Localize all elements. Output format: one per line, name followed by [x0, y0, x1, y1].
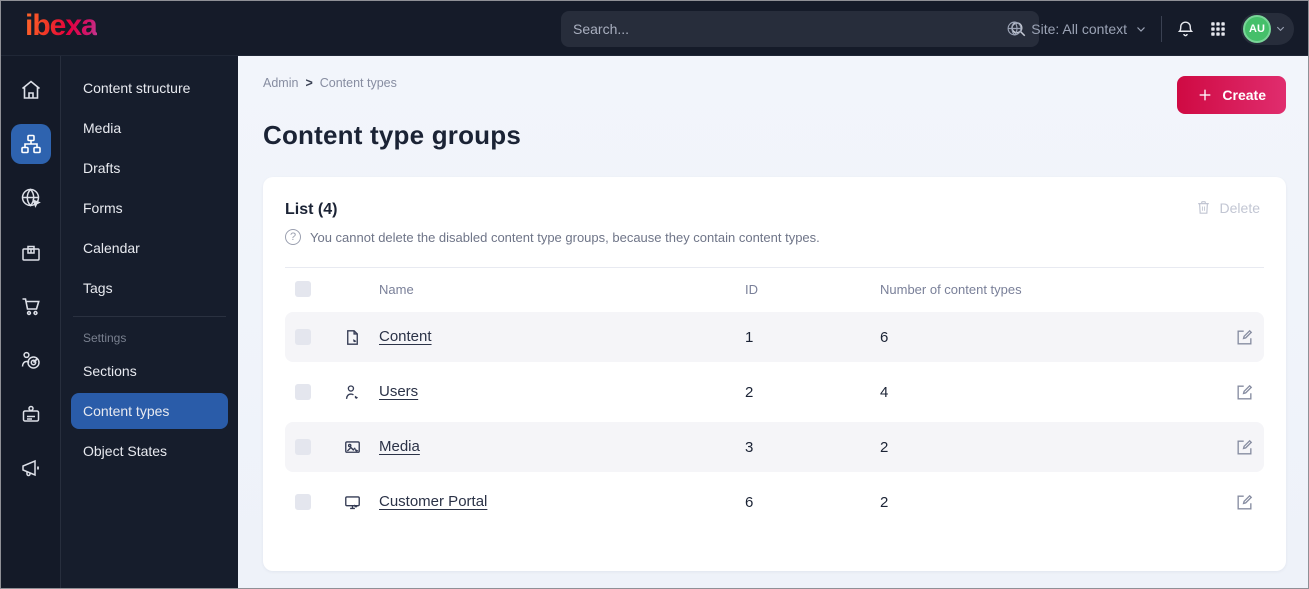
menu-divider: [73, 316, 226, 317]
info-text: You cannot delete the disabled content t…: [310, 229, 820, 245]
list-title: List (4): [285, 201, 338, 218]
create-button-label: Create: [1222, 87, 1266, 103]
edit-button[interactable]: [1210, 383, 1254, 402]
group-id: 2: [745, 383, 754, 401]
app-window: ibexa Site: All context: [0, 0, 1309, 589]
site-globe-icon[interactable]: [11, 178, 51, 218]
notifications-bell-icon[interactable]: [1176, 19, 1195, 38]
page-title: Content type groups: [263, 120, 522, 150]
breadcrumb-admin[interactable]: Admin: [263, 76, 298, 90]
group-link[interactable]: Customer Portal: [379, 493, 487, 510]
site-context-selector[interactable]: Site: All context: [1006, 20, 1147, 37]
row-checkbox[interactable]: [295, 494, 311, 510]
main-content: Admin > Content types Create Content typ…: [238, 56, 1308, 588]
products-box-icon[interactable]: [11, 232, 51, 272]
personalization-target-icon[interactable]: [11, 340, 51, 380]
table-header-row: Name ID Number of content types: [285, 268, 1264, 310]
chevron-down-icon: [1135, 23, 1147, 35]
sidebar-item-object-states[interactable]: Object States: [71, 433, 228, 469]
avatar: AU: [1243, 14, 1271, 43]
cart-icon[interactable]: [11, 286, 51, 326]
delete-button-label: Delete: [1219, 199, 1260, 216]
column-header-name: Name: [379, 281, 414, 297]
sidebar-item-sections[interactable]: Sections: [71, 353, 228, 389]
table-row: Customer Portal 6 2: [285, 477, 1264, 527]
file-icon: [343, 328, 379, 347]
table-row: Media 3 2: [285, 422, 1264, 472]
column-header-count: Number of content types: [880, 281, 1022, 297]
sidebar-item-media[interactable]: Media: [71, 110, 228, 146]
info-line: ? You cannot delete the disabled content…: [285, 229, 1264, 245]
help-icon: ?: [285, 229, 301, 245]
sidebar-item-tags[interactable]: Tags: [71, 270, 228, 306]
globe-icon: [1006, 20, 1023, 37]
badge-icon[interactable]: [11, 394, 51, 434]
table-row: Users 2 4: [285, 367, 1264, 417]
topbar-divider: [1161, 15, 1162, 42]
group-count: 2: [880, 493, 889, 511]
sidebar-item-content-structure[interactable]: Content structure: [71, 70, 228, 106]
trash-icon: [1195, 199, 1212, 216]
home-icon[interactable]: [11, 70, 51, 110]
sidebar-item-calendar[interactable]: Calendar: [71, 230, 228, 266]
topbar-right-cluster: Site: All context AU: [1006, 1, 1294, 56]
plus-icon: [1197, 87, 1213, 103]
monitor-icon: [343, 493, 379, 512]
row-checkbox[interactable]: [295, 384, 311, 400]
topbar: ibexa Site: All context: [1, 1, 1308, 56]
sidebar-item-forms[interactable]: Forms: [71, 190, 228, 226]
group-count: 2: [880, 438, 889, 456]
user-menu[interactable]: AU: [1241, 12, 1294, 45]
group-link[interactable]: Media: [379, 438, 420, 455]
edit-button[interactable]: [1210, 328, 1254, 347]
content-sitemap-icon[interactable]: [10, 124, 51, 164]
settings-section-label: Settings: [83, 331, 127, 345]
delete-button[interactable]: Delete: [1195, 199, 1260, 216]
row-checkbox[interactable]: [295, 439, 311, 455]
chevron-down-icon: [1275, 23, 1286, 34]
group-count: 6: [880, 328, 889, 346]
breadcrumb-separator: >: [305, 76, 313, 90]
table-row: Content 1 6: [285, 312, 1264, 362]
edit-button[interactable]: [1210, 493, 1254, 512]
create-button[interactable]: Create: [1177, 76, 1286, 114]
group-link[interactable]: Content: [379, 328, 432, 345]
breadcrumb-current: Content types: [319, 76, 397, 90]
group-id: 1: [745, 328, 754, 346]
row-checkbox[interactable]: [295, 329, 311, 345]
sidebar-menu: Content structure Media Drafts Forms Cal…: [61, 56, 238, 588]
image-icon: [343, 438, 379, 457]
sidebar-item-drafts[interactable]: Drafts: [71, 150, 228, 186]
breadcrumb: Admin > Content types: [263, 76, 1286, 90]
search-input[interactable]: [573, 21, 1009, 37]
content-type-groups-table: Name ID Number of content types Content …: [285, 267, 1264, 527]
column-header-id: ID: [745, 281, 758, 297]
user-icon: [343, 383, 379, 402]
global-search[interactable]: [561, 11, 1039, 47]
icon-rail: [1, 56, 61, 588]
select-all-checkbox[interactable]: [295, 281, 311, 297]
group-count: 4: [880, 383, 889, 401]
megaphone-icon[interactable]: [11, 448, 51, 488]
group-id: 6: [745, 493, 754, 511]
sidebar-item-content-types[interactable]: Content types: [71, 393, 228, 429]
edit-button[interactable]: [1210, 438, 1254, 457]
content-type-groups-card: List (4) ? You cannot delete the disable…: [263, 177, 1286, 571]
group-id: 3: [745, 438, 754, 456]
group-link[interactable]: Users: [379, 383, 418, 400]
apps-grid-icon[interactable]: [1209, 20, 1227, 38]
site-context-label: Site: All context: [1031, 20, 1127, 37]
ibexa-logo: ibexa: [25, 9, 98, 42]
